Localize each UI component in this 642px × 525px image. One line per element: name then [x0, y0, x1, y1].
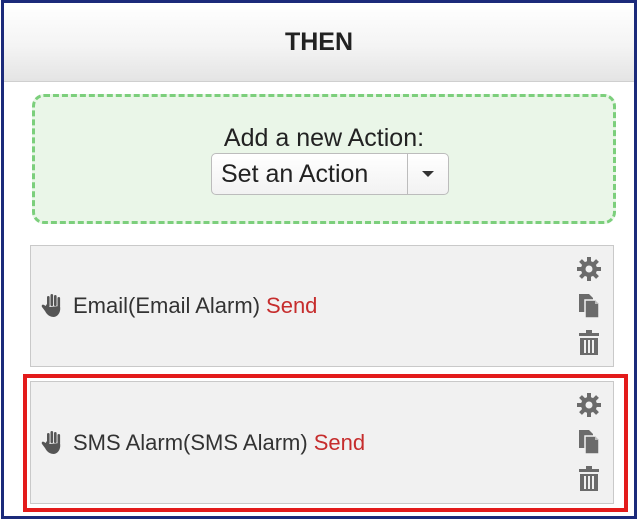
action-row-email[interactable]: Email(Email Alarm) Send — [30, 245, 614, 367]
chevron-down-icon[interactable] — [407, 154, 448, 194]
action-row-sms[interactable]: SMS Alarm(SMS Alarm) Send — [30, 381, 614, 504]
action-name: Email(Email Alarm) — [73, 293, 261, 318]
action-verb[interactable]: Send — [266, 293, 317, 319]
trash-icon[interactable] — [575, 464, 603, 494]
gear-icon[interactable] — [575, 254, 603, 284]
trash-icon[interactable] — [575, 328, 603, 358]
action-select-value: Set an Action — [221, 159, 369, 188]
gear-icon[interactable] — [575, 390, 603, 420]
copy-icon[interactable] — [575, 291, 603, 321]
grip-icon[interactable] — [39, 430, 65, 456]
add-action-dropzone: Add a new Action: Set an Action — [32, 94, 616, 224]
action-select[interactable]: Set an Action — [211, 153, 449, 195]
action-verb[interactable]: Send — [314, 430, 365, 456]
copy-icon[interactable] — [575, 427, 603, 457]
grip-icon[interactable] — [39, 293, 65, 319]
panel-title: THEN — [4, 3, 634, 82]
add-action-label: Add a new Action: — [223, 124, 425, 152]
action-name: SMS Alarm(SMS Alarm) — [73, 429, 308, 455]
